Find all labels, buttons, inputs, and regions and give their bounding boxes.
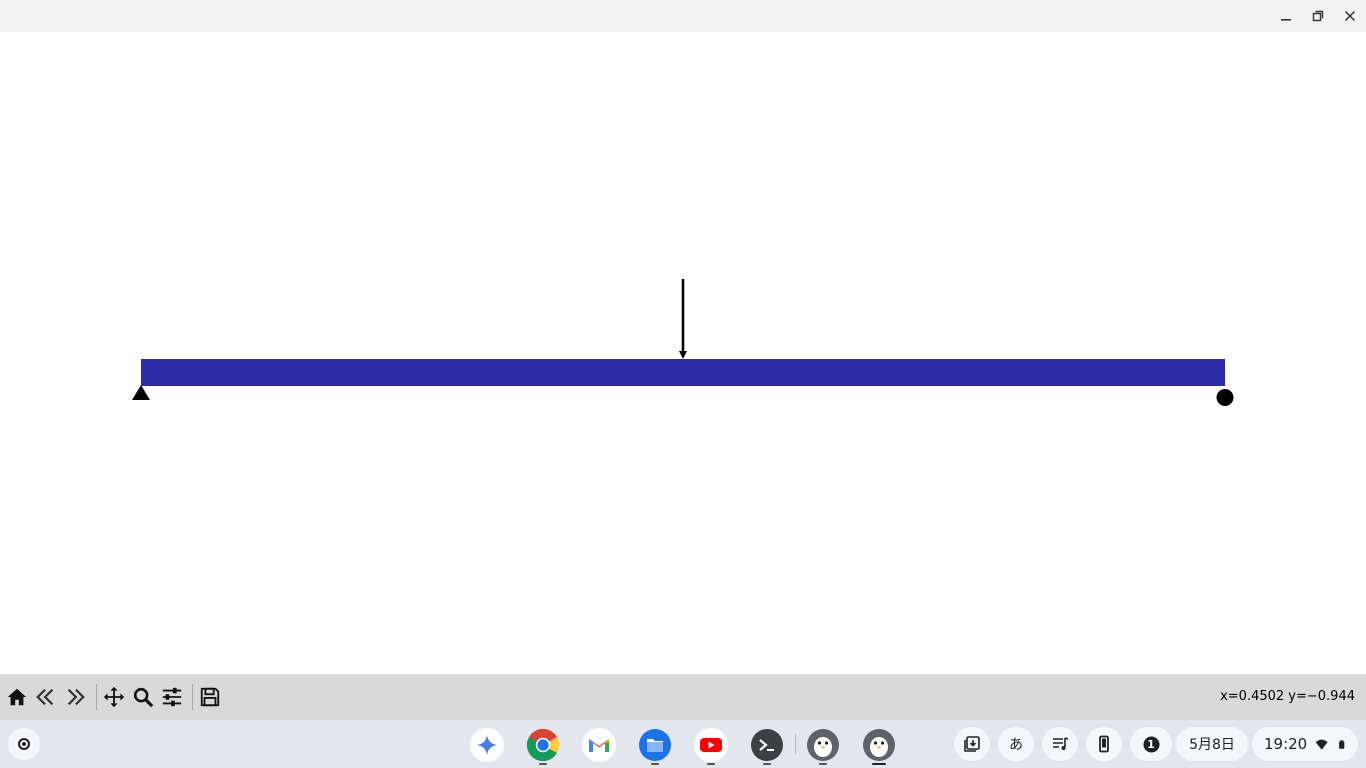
minimize-button[interactable] (1270, 0, 1302, 32)
zoom-icon (133, 687, 154, 708)
pin-support-triangle (132, 385, 150, 400)
running-indicator (707, 763, 715, 765)
launcher-icon (18, 738, 30, 750)
phone-hub-button[interactable] (1086, 727, 1122, 761)
close-icon (1344, 10, 1356, 22)
toolbar-separator (192, 684, 193, 710)
active-window-indicator (872, 763, 886, 765)
forward-button[interactable] (61, 683, 89, 711)
back-icon (36, 688, 54, 706)
launcher-button[interactable] (8, 728, 40, 760)
figure-canvas[interactable] (0, 32, 1366, 674)
pan-button[interactable] (100, 683, 128, 711)
window-titlebar (0, 0, 1366, 32)
battery-icon (1338, 739, 1344, 749)
shelf-app-files[interactable] (638, 728, 672, 762)
holding-space-button[interactable] (954, 727, 990, 761)
shelf-app-linux-penguin[interactable] (862, 728, 896, 762)
home-button[interactable] (3, 683, 31, 711)
minimize-icon (1281, 19, 1291, 21)
matplotlib-toolbar: x=0.4502 y=−0.944 (0, 674, 1366, 720)
youtube-icon (695, 729, 727, 761)
ime-label: あ (1009, 737, 1023, 753)
shelf-app-youtube[interactable] (694, 728, 728, 762)
files-icon (639, 729, 671, 761)
forward-icon (67, 688, 85, 706)
penguin-icon (863, 729, 895, 761)
running-indicator (819, 763, 827, 765)
restore-button[interactable] (1302, 0, 1334, 32)
cursor-coordinates: x=0.4502 y=−0.944 (1220, 689, 1355, 704)
point-load-arrowhead (679, 351, 687, 359)
configure-subplots-button[interactable] (158, 683, 186, 711)
gmail-icon (583, 729, 615, 761)
media-controls-button[interactable] (1042, 727, 1078, 761)
pan-icon (103, 686, 125, 708)
gemini-icon (471, 729, 503, 761)
notification-count: 1 (1147, 737, 1155, 751)
phone-icon (1099, 735, 1109, 753)
restore-icon (1312, 10, 1324, 22)
shelf-app-gmail[interactable] (582, 728, 616, 762)
save-icon (200, 687, 220, 707)
shelf-app-linux-penguin[interactable] (806, 728, 840, 762)
date-label: 5月8日 (1189, 737, 1235, 753)
playlist-icon (1053, 737, 1069, 750)
wifi-icon (1315, 739, 1328, 750)
roller-support-circle (1216, 389, 1234, 406)
shelf-separator (795, 734, 796, 754)
date-tray-button[interactable]: 5月8日 (1176, 727, 1248, 761)
holding-space-icon (964, 736, 980, 752)
clock-time: 19:20 (1264, 735, 1308, 753)
running-indicator (539, 763, 547, 765)
beam-diagram (132, 279, 1234, 406)
terminal-icon (751, 729, 783, 761)
toolbar-separator (96, 684, 97, 710)
beam (141, 359, 1225, 386)
status-area-button[interactable]: 19:20 (1252, 727, 1358, 761)
back-button[interactable] (32, 683, 60, 711)
shelf-app-chrome[interactable] (526, 728, 560, 762)
chrome-icon (526, 728, 560, 762)
shelf-app-terminal[interactable] (750, 728, 784, 762)
shelf-app-gemini[interactable] (470, 728, 504, 762)
notification-button[interactable]: 1 (1130, 727, 1172, 761)
close-button[interactable] (1334, 0, 1366, 32)
penguin-icon (807, 729, 839, 761)
shelf: あ 1 5月8日 19:20 (0, 720, 1366, 768)
ime-menu-button[interactable]: あ (998, 727, 1034, 761)
zoom-button[interactable] (129, 683, 157, 711)
running-indicator (763, 763, 771, 765)
running-indicator (651, 763, 659, 765)
configure-subplots-icon (162, 687, 182, 707)
save-button[interactable] (196, 683, 224, 711)
home-icon (7, 688, 27, 706)
